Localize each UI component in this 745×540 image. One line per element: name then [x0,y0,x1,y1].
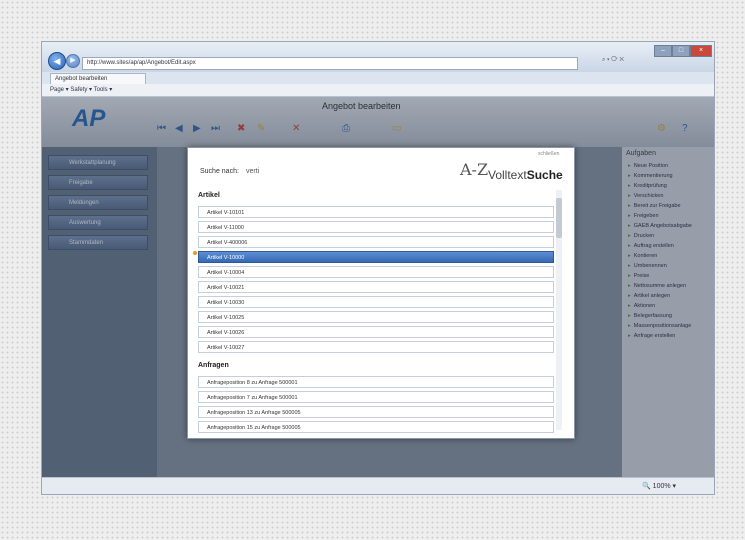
search-term: verti [246,168,260,175]
result-scrollbar-thumb[interactable] [556,198,562,238]
result-item[interactable]: Anfrageposition 15 zu Anfrage 500005 [198,421,554,433]
result-item[interactable]: Anfrageposition 7 zu Anfrage 500001 [198,391,554,403]
close-window-button[interactable]: × [690,45,712,57]
result-item[interactable]: Artikel V-400006 [198,236,554,248]
browser-tab[interactable]: Angebot bearbeiten [50,73,146,84]
status-bar: 🔍 100% ▾ [42,477,714,494]
result-item[interactable]: Artikel V-10004 [198,266,554,278]
result-section-title: Anfragen [198,362,229,369]
minimize-button[interactable]: – [654,45,672,57]
result-item[interactable]: Anfrageposition 8 zu Anfrage 500001 [198,376,554,388]
result-item[interactable]: Artikel V-10026 [198,326,554,338]
fulltext-search-dialog: schließen Suche nach: verti A-Z Volltext… [187,147,575,439]
result-item[interactable]: Artikel V-10030 [198,296,554,308]
command-bar-text[interactable]: Page ▾ Safety ▾ Tools ▾ [50,87,112,93]
browser-titlebar: ◀ ▶ http://www.sites/ap/ap/Angebot/Edit.… [42,42,714,72]
result-section-title: Artikel [198,192,220,199]
maximize-button[interactable]: □ [672,45,690,57]
result-list: Artikel Artikel V-10101 Artikel V-11000 Art… [198,188,564,433]
dialog-close-button[interactable]: schließen [538,151,559,157]
result-item[interactable]: Artikel V-11000 [198,221,554,233]
logo-text-light: Volltext [488,168,527,182]
result-item[interactable]: Artikel V-10000 [198,251,554,263]
volltextsuche-logo: VolltextSuche [488,168,563,182]
address-tools-icon[interactable]: ⌕ ▾ ⟳ ✕ [602,57,624,64]
command-bar: Page ▾ Safety ▾ Tools ▾ [42,84,714,97]
forward-icon[interactable]: ▶ [66,54,80,68]
result-item[interactable]: Artikel V-10025 [198,311,554,323]
result-item[interactable]: Artikel V-10027 [198,341,554,353]
back-icon[interactable]: ◀ [48,52,66,70]
result-item[interactable]: Artikel V-10021 [198,281,554,293]
selection-marker-icon [193,251,197,255]
zoom-value: 100% [652,483,671,490]
result-item[interactable]: Anfrageposition 13 zu Anfrage 500005 [198,406,554,418]
logo-text-bold: Suche [526,168,563,182]
search-label: Suche nach: [200,168,239,175]
zoom-level[interactable]: 🔍 100% ▾ [642,482,676,490]
address-bar[interactable]: http://www.sites/ap/ap/Angebot/Edit.aspx [82,57,578,70]
az-logo-icon: A-Z [460,160,489,179]
result-item[interactable]: Artikel V-10101 [198,206,554,218]
